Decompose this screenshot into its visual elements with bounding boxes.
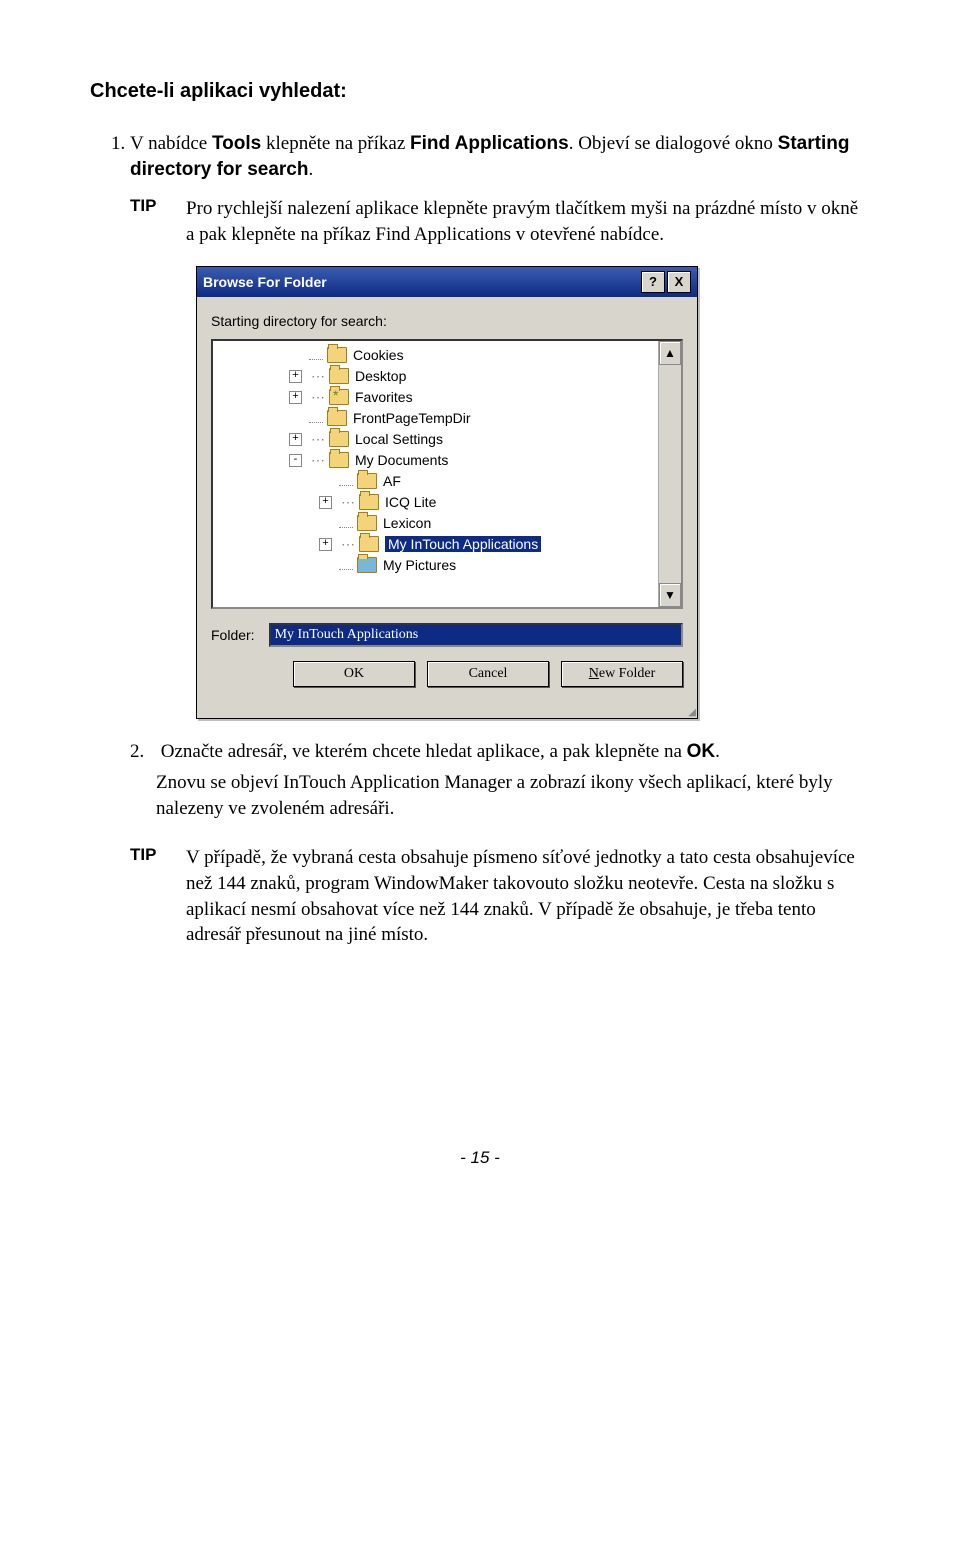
tree-item-label: My Documents — [355, 452, 448, 468]
ok-button[interactable]: OK — [293, 661, 415, 687]
tree-item-label: ICQ Lite — [385, 494, 436, 510]
folder-icon — [359, 494, 379, 510]
scroll-up-icon[interactable]: ▲ — [659, 341, 681, 365]
tip-text: Pro rychlejší nalezení aplikace klepněte… — [186, 196, 870, 247]
tree-item-label: My InTouch Applications — [385, 536, 541, 552]
tree-item[interactable]: +⋯Desktop — [213, 366, 679, 387]
tree-item[interactable]: FrontPageTempDir — [213, 408, 679, 429]
tree-item[interactable]: +⋯My InTouch Applications — [213, 534, 679, 555]
tree-item-label: My Pictures — [383, 557, 456, 573]
tree-item[interactable]: +⋯Favorites — [213, 387, 679, 408]
tree-item-label: Local Settings — [355, 431, 443, 447]
section-heading: Chcete-li aplikaci vyhledat: — [90, 80, 870, 103]
tip-2: TIP V případě, že vybraná cesta obsahuje… — [130, 845, 870, 948]
tip-1: TIP Pro rychlejší nalezení aplikace klep… — [130, 196, 870, 247]
tree-item-label: AF — [383, 473, 401, 489]
resize-grip-icon[interactable]: ◢ — [197, 707, 697, 718]
dialog-title: Browse For Folder — [203, 274, 327, 290]
folder-input[interactable] — [269, 623, 683, 647]
tree-item-label: Cookies — [353, 347, 404, 363]
folder-icon — [359, 536, 379, 552]
folder-label: Folder: — [211, 627, 255, 643]
folder-icon — [327, 410, 347, 426]
scroll-down-icon[interactable]: ▼ — [659, 583, 681, 607]
folder-icon — [329, 368, 349, 384]
tree-item[interactable]: My Pictures — [213, 555, 679, 576]
collapse-icon[interactable]: - — [289, 454, 302, 467]
tip-label: TIP — [130, 196, 186, 247]
page-number: - 15 - — [90, 1148, 870, 1168]
folder-icon — [329, 431, 349, 447]
tree-item[interactable]: AF — [213, 471, 679, 492]
expand-icon[interactable]: + — [289, 433, 302, 446]
expand-icon[interactable]: + — [289, 391, 302, 404]
step-2-number: 2. — [130, 739, 156, 765]
tree-item-label: Lexicon — [383, 515, 431, 531]
folder-icon — [357, 515, 377, 531]
tree-item[interactable]: Cookies — [213, 345, 679, 366]
tip-text: V případě, že vybraná cesta obsahuje pís… — [186, 845, 870, 948]
folder-icon — [357, 473, 377, 489]
cancel-button[interactable]: Cancel — [427, 661, 549, 687]
folder-icon — [327, 347, 347, 363]
tree-item[interactable]: -⋯My Documents — [213, 450, 679, 471]
tree-item[interactable]: Lexicon — [213, 513, 679, 534]
step-1: V nabídce Tools klepněte na příkaz Find … — [130, 131, 870, 182]
folder-icon — [329, 389, 349, 405]
help-button[interactable]: ? — [641, 271, 665, 293]
tree-item-label: FrontPageTempDir — [353, 410, 471, 426]
close-button[interactable]: X — [667, 271, 691, 293]
browse-folder-dialog: Browse For Folder ? X Starting directory… — [196, 266, 698, 719]
tree-item-label: Desktop — [355, 368, 406, 384]
folder-icon — [329, 452, 349, 468]
step-2: Označte adresář, ve kterém chcete hledat… — [161, 741, 720, 762]
tree-scrollbar[interactable]: ▲ ▼ — [658, 341, 681, 607]
dialog-prompt: Starting directory for search: — [211, 313, 683, 329]
step-2-para: Znovu se objeví InTouch Application Mana… — [156, 770, 870, 821]
folder-tree[interactable]: Cookies +⋯Desktop+⋯Favorites FrontPageTemp… — [211, 339, 683, 609]
expand-icon[interactable]: + — [319, 496, 332, 509]
new-folder-button[interactable]: New Folder — [561, 661, 683, 687]
dialog-titlebar[interactable]: Browse For Folder ? X — [197, 267, 697, 297]
folder-icon — [357, 557, 377, 573]
expand-icon[interactable]: + — [289, 370, 302, 383]
tip-label: TIP — [130, 845, 186, 948]
tree-item-label: Favorites — [355, 389, 413, 405]
tree-item[interactable]: +⋯ICQ Lite — [213, 492, 679, 513]
expand-icon[interactable]: + — [319, 538, 332, 551]
tree-item[interactable]: +⋯Local Settings — [213, 429, 679, 450]
